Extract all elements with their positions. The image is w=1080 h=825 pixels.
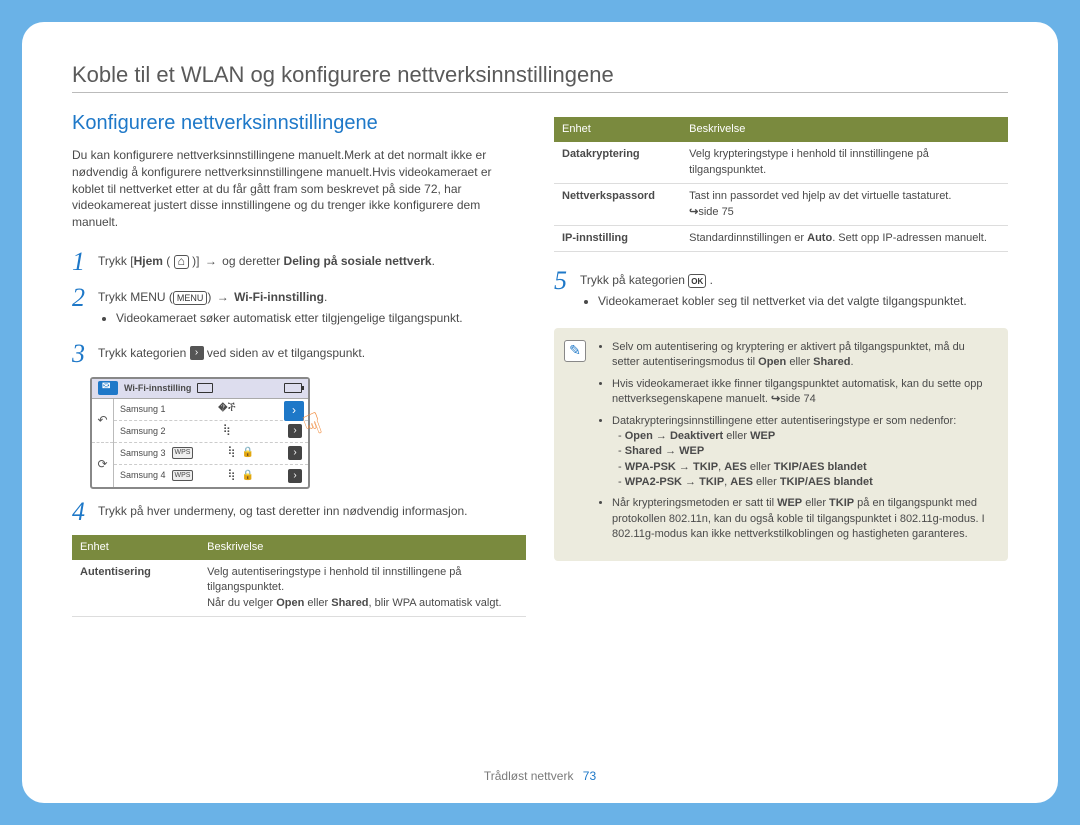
ap-row[interactable]: Samsung 4 WPS ⢷ 🔒 xyxy=(114,465,308,487)
wps-badge: WPS xyxy=(172,470,194,482)
screen-header: Wi-Fi-innstilling xyxy=(92,379,308,399)
arrow-right-icon xyxy=(190,346,204,360)
page-number: 73 xyxy=(583,769,596,783)
lock-icon: 🔒 xyxy=(242,469,254,483)
step-5: 5 Trykk på kategorien OK . Videokameraet… xyxy=(554,268,1008,314)
arrow-right-icon[interactable] xyxy=(288,446,302,460)
right-column: Enhet Beskrivelse Datakryptering Velg kr… xyxy=(554,109,1008,759)
note-item: Datakrypteringsinnstillingene etter aute… xyxy=(612,414,994,491)
step-number: 5 xyxy=(554,268,572,314)
step-2: 2 Trykk MENU (MENU) → Wi-Fi-innstilling.… xyxy=(72,285,526,331)
reference-arrow-icon xyxy=(689,206,698,218)
wps-badge: WPS xyxy=(172,447,194,459)
note-content: Selv om autentisering og kryptering er a… xyxy=(596,340,994,549)
step-2-bullet: Videokameraet søker automatisk etter til… xyxy=(116,310,526,327)
lock-icon: 🔒 xyxy=(242,446,254,460)
screen-sidebar: ↶ ⟳ xyxy=(92,399,114,487)
step-number: 2 xyxy=(72,285,90,331)
wifi-icon: ⢷ xyxy=(223,423,231,438)
footer: Trådløst nettverk 73 xyxy=(72,759,1008,783)
ok-icon: OK xyxy=(688,274,706,288)
arrow-right-icon[interactable] xyxy=(288,424,302,438)
ap-row[interactable]: Samsung 3 WPS ⢷ 🔒 xyxy=(114,443,308,465)
step-1: 1 Trykk [Hjem ( )] → og deretter Deling … xyxy=(72,249,526,275)
step-1-text: Trykk [Hjem ( )] → og deretter Deling på… xyxy=(98,253,526,270)
note-box: ✎ Selv om autentisering og kryptering er… xyxy=(554,328,1008,561)
th-desc: Beskrivelse xyxy=(681,117,1008,142)
wifi-icon: ⢷ xyxy=(227,468,235,483)
intro-text: Du kan konfigurere nettverksinnstillinge… xyxy=(72,147,526,231)
step-4-text: Trykk på hver undermeny, og tast derette… xyxy=(98,503,526,520)
page-title: Koble til et WLAN og konfigurere nettver… xyxy=(72,62,1008,88)
step-3: 3 Trykk kategorien ved siden av et tilga… xyxy=(72,341,526,367)
battery-icon xyxy=(284,383,302,393)
ap-row[interactable]: Samsung 2 ⢷ xyxy=(114,421,308,443)
camera-screen: Wi-Fi-innstilling ↶ ⟳ Samsung 1 �ች xyxy=(90,377,310,489)
note-icon: ✎ xyxy=(564,340,586,362)
step-number: 1 xyxy=(72,249,90,275)
step-5-bullet: Videokameraet kobler seg til nettverket … xyxy=(598,293,1008,310)
wifi-icon: �ች xyxy=(218,401,236,416)
footer-section: Trådløst nettverk xyxy=(484,769,574,783)
th-desc: Beskrivelse xyxy=(199,535,526,560)
th-unit: Enhet xyxy=(72,535,199,560)
note-item: Hvis videokameraet ikke finner tilgangsp… xyxy=(612,377,994,408)
left-column: Konfigurere nettverksinnstillingene Du k… xyxy=(72,109,526,759)
right-table: Enhet Beskrivelse Datakryptering Velg kr… xyxy=(554,117,1008,252)
step-4: 4 Trykk på hver undermeny, og tast deret… xyxy=(72,499,526,525)
select-overlay-icon xyxy=(284,401,304,421)
wifi-icon: ⢷ xyxy=(227,445,235,460)
step-5-text: Trykk på kategorien OK . xyxy=(580,272,1008,289)
menu-icon: MENU xyxy=(173,291,208,305)
table-row: IP-innstilling Standardinnstillingen er … xyxy=(554,225,1008,251)
step-3-text: Trykk kategorien ved siden av et tilgang… xyxy=(98,345,526,362)
home-icon xyxy=(174,255,189,269)
record-indicator-icon xyxy=(197,383,213,393)
step-2-text: Trykk MENU (MENU) → Wi-Fi-innstilling. xyxy=(98,289,526,306)
ap-row[interactable]: Samsung 1 �ች xyxy=(114,399,308,421)
step-number: 3 xyxy=(72,341,90,367)
arrow-icon: → xyxy=(205,254,217,268)
ap-list: Samsung 1 �ች Samsung 2 ⢷ Samsung 3 WPS xyxy=(114,399,308,487)
section-heading: Konfigurere nettverksinnstillingene xyxy=(72,109,526,137)
table-row: Datakryptering Velg krypteringstype i he… xyxy=(554,142,1008,183)
divider xyxy=(72,92,1008,93)
wifi-chip-icon xyxy=(98,381,118,395)
note-item: Når krypteringsmetoden er satt til WEP e… xyxy=(612,496,994,542)
table-row: Nettverkspassord Tast inn passordet ved … xyxy=(554,184,1008,226)
content-columns: Konfigurere nettverksinnstillingene Du k… xyxy=(72,109,1008,759)
arrow-icon: → xyxy=(217,290,229,304)
arrow-right-icon[interactable] xyxy=(288,469,302,483)
back-icon[interactable]: ↶ xyxy=(92,399,113,443)
reference-arrow-icon xyxy=(771,393,780,405)
manual-page: Koble til et WLAN og konfigurere nettver… xyxy=(22,22,1058,803)
step-number: 4 xyxy=(72,499,90,525)
refresh-icon[interactable]: ⟳ xyxy=(92,442,113,487)
screen-title: Wi-Fi-innstilling xyxy=(124,382,191,395)
th-unit: Enhet xyxy=(554,117,681,142)
left-table: Enhet Beskrivelse Autentisering Velg aut… xyxy=(72,535,526,618)
table-row: Autentisering Velg autentiseringstype i … xyxy=(72,560,526,617)
note-item: Selv om autentisering og kryptering er a… xyxy=(612,340,994,371)
